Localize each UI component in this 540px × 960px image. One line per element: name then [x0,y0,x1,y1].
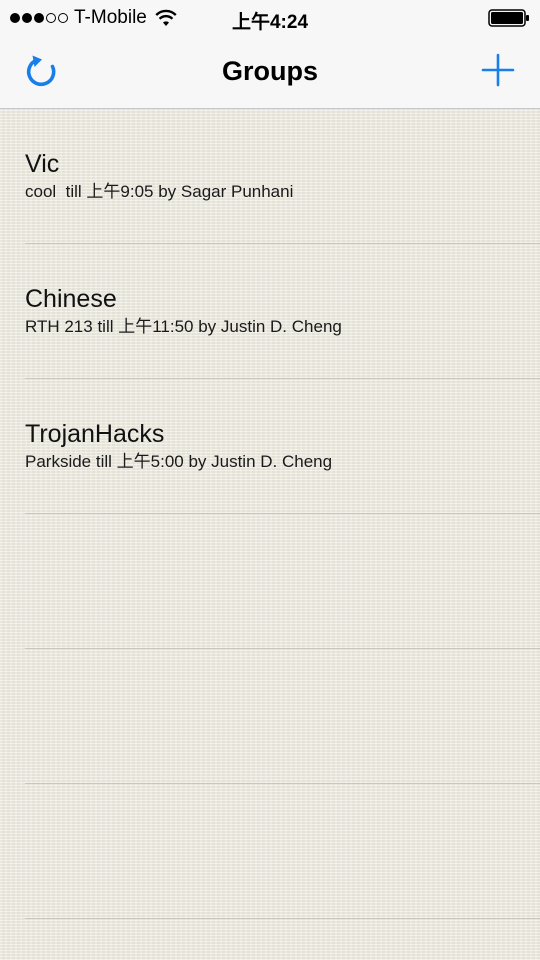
group-row-trojanhacks[interactable]: TrojanHacks Parkside till 上午5:00 by Just… [0,379,540,514]
group-name: Vic [25,150,60,178]
empty-list-row [0,514,540,649]
group-name: Chinese [25,285,117,313]
status-time: 上午4:24 [231,12,309,33]
group-row-vic[interactable]: Vic cool till 上午9:05 by Sagar Punhani [0,109,540,244]
plus-icon[interactable] [480,52,516,88]
page-title: Groups [221,56,318,86]
group-detail: cool till 上午9:05 by Sagar Punhani [25,182,294,201]
empty-list-row [0,649,540,784]
group-list: Vic cool till 上午9:05 by Sagar Punhani Ch… [0,109,540,919]
group-row-chinese[interactable]: Chinese RTH 213 till 上午11:50 by Justin D… [0,244,540,379]
group-detail: RTH 213 till 上午11:50 by Justin D. Cheng [25,317,342,336]
navigation-bar: Groups [0,36,540,109]
empty-list-row [0,784,540,919]
group-name: TrojanHacks [25,420,165,448]
group-detail: Parkside till 上午5:00 by Justin D. Cheng [25,452,333,471]
status-bar: T-Mobile 上午4:24 [0,0,540,36]
battery-icon [488,9,529,27]
